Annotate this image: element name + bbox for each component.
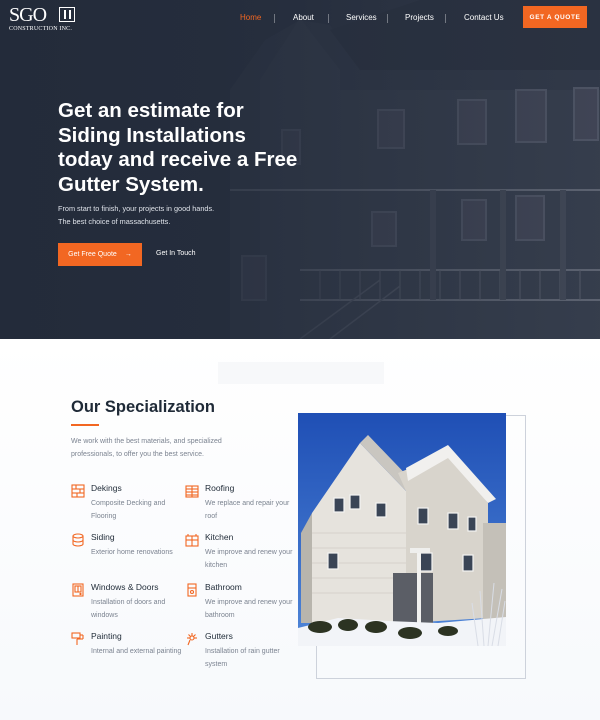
service-desc: Installation of rain gutter system <box>205 648 280 668</box>
house-photo-illustration <box>298 413 506 646</box>
nav-item-contact[interactable]: Contact Us <box>464 13 504 22</box>
arrow-right-icon: → <box>124 251 132 258</box>
logo-subtext: CONSTRUCTION INC. <box>9 26 73 32</box>
kitchen-icon <box>185 534 199 547</box>
deck-icon <box>71 484 85 498</box>
service-title: Windows & Doors <box>91 582 159 592</box>
section-divider-shape <box>218 362 384 384</box>
bathroom-icon <box>187 583 197 597</box>
service-title: Roofing <box>205 483 235 493</box>
hero-section: SGO CONSTRUCTION INC. Home About Service… <box>0 0 600 339</box>
service-title: Siding <box>91 532 115 542</box>
hero-subtext-line2: The best choice of massachusetts. <box>58 217 171 226</box>
service-desc: We improve and renew your bathroom <box>205 599 293 619</box>
paint-icon <box>71 632 84 645</box>
get-quote-button[interactable]: GET A QUOTE <box>523 6 587 28</box>
nav-divider <box>328 14 329 23</box>
service-title: Kitchen <box>205 532 234 542</box>
service-title: Bathroom <box>205 582 242 592</box>
house-photo <box>298 413 506 646</box>
service-title: Dekings <box>91 483 122 493</box>
window-door-icon <box>72 583 84 597</box>
nav-divider <box>274 14 275 23</box>
service-desc: Internal and external painting <box>91 648 182 655</box>
nav-divider <box>387 14 388 23</box>
service-desc: Composite Decking and Flooring <box>91 500 166 520</box>
main-nav: Home About Services Projects Contact Us <box>0 13 600 25</box>
get-free-quote-label: Get Free Quote <box>68 251 117 258</box>
siding-icon <box>72 533 84 547</box>
nav-item-home[interactable]: Home <box>240 13 261 22</box>
roof-icon <box>185 485 199 498</box>
service-desc: We replace and repair your roof <box>205 500 290 520</box>
service-desc: We improve and renew your kitchen <box>205 549 293 569</box>
hero-subtext-line1: From start to finish, your projects in g… <box>58 204 215 213</box>
nav-item-about[interactable]: About <box>293 13 314 22</box>
get-in-touch-link[interactable]: Get In Touch <box>156 250 196 257</box>
service-title: Gutters <box>205 631 233 641</box>
hero-headline: Get an estimate for Siding Installations… <box>58 99 298 196</box>
service-desc: Installation of doors and windows <box>91 599 166 619</box>
hero-subtext: From start to finish, your projects in g… <box>58 202 214 228</box>
nav-item-projects[interactable]: Projects <box>405 13 434 22</box>
nav-item-services[interactable]: Services <box>346 13 377 22</box>
nav-divider <box>445 14 446 23</box>
gutter-icon <box>187 633 197 646</box>
specialization-title: Our Specialization <box>71 398 215 416</box>
title-underline <box>71 424 99 426</box>
get-free-quote-button[interactable]: Get Free Quote → <box>58 243 142 266</box>
specialization-description: We work with the best materials, and spe… <box>71 438 222 458</box>
service-desc: Exterior home renovations <box>91 549 173 556</box>
service-title: Painting <box>91 631 122 641</box>
